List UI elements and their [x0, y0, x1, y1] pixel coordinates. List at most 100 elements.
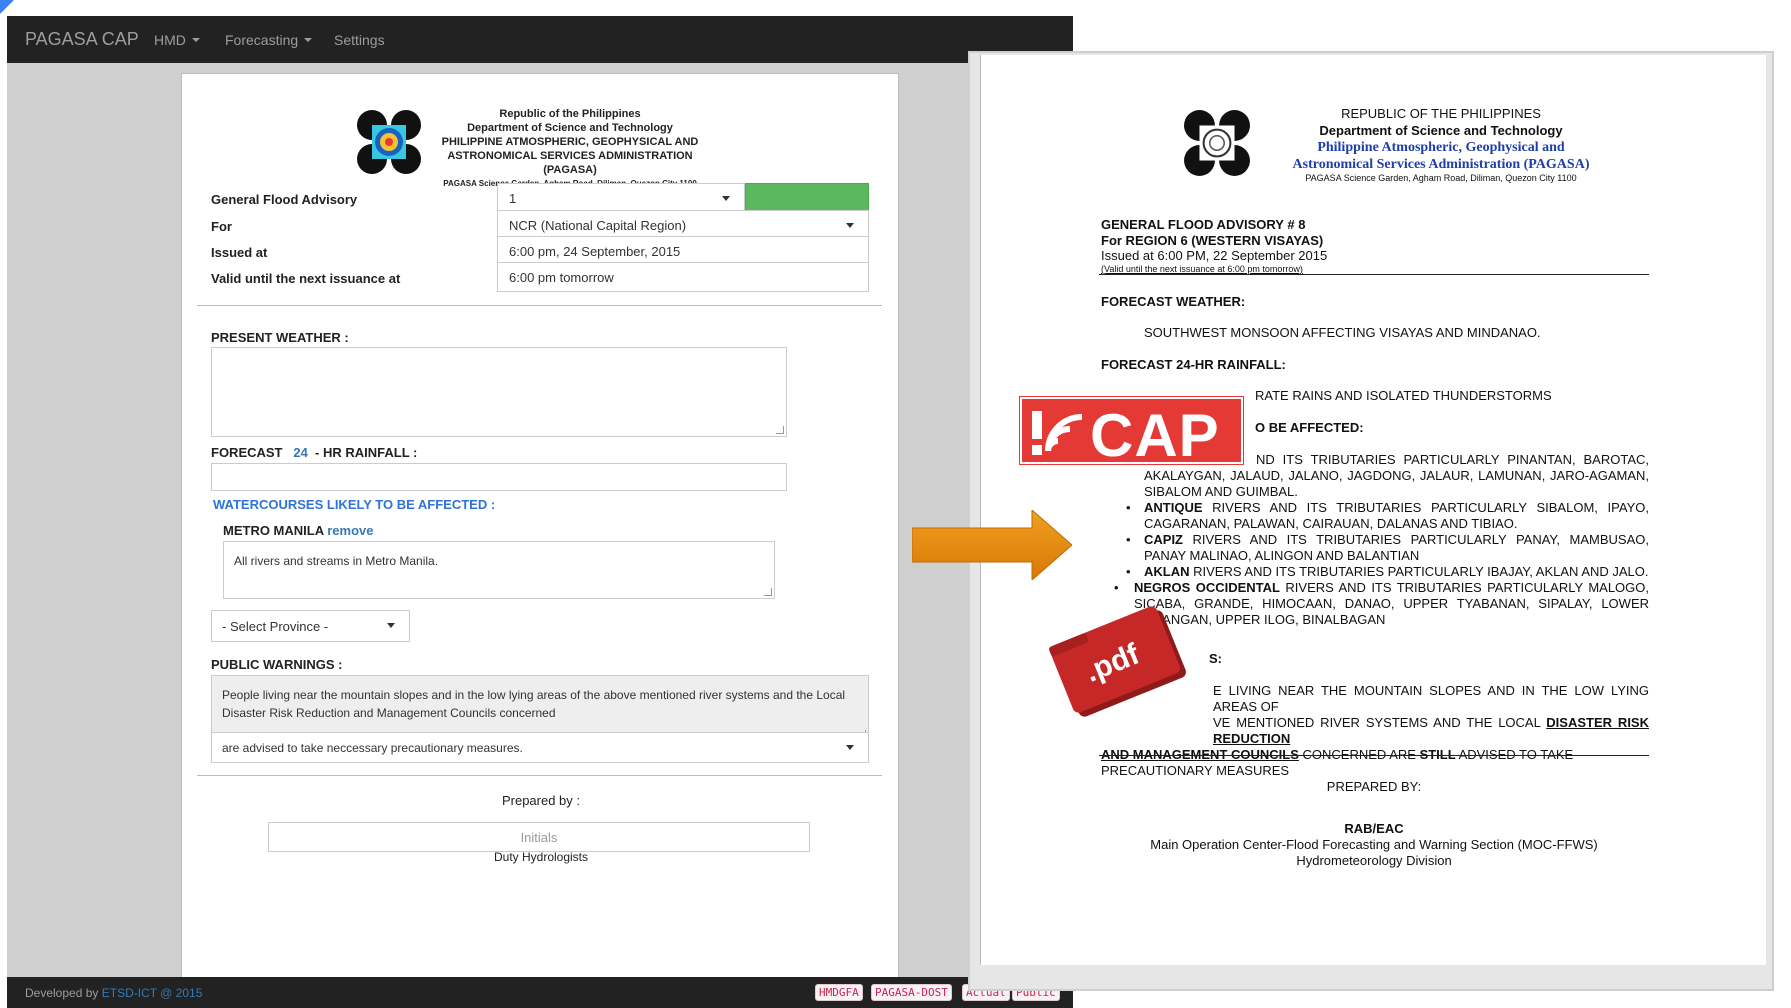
doc-section: Main Operation Center-Flood Forecasting … — [1150, 837, 1598, 852]
resize-handle-icon[interactable] — [764, 588, 772, 596]
doc-header-line-1: REPUBLIC OF THE PHILIPPINES — [1341, 106, 1541, 121]
doc-watercourse-text-3: RIVERS AND ITS TRIBUTARIES PARTICULARLY … — [1144, 532, 1649, 563]
doc-rule — [1099, 274, 1649, 275]
nav-hmd-dropdown[interactable]: HMD — [154, 32, 200, 48]
doc-prepared-by: PREPARED BY: — [1326, 779, 1422, 794]
region-watercourse-text: All rivers and streams in Metro Manila. — [234, 554, 439, 568]
bullet-icon: • — [1126, 500, 1131, 515]
watercourses-label: WATERCOURSES LIKELY TO BE AFFECTED : — [213, 497, 496, 512]
valid-until-label: Valid until the next issuance at — [211, 271, 401, 286]
doc-watercourse-item-2: • ANTIQUE RIVERS AND ITS TRIBUTARIES PAR… — [1124, 500, 1649, 532]
doc-pw-line-4: PRECAUTIONARY MEASURES — [1101, 763, 1290, 778]
doc-region: For REGION 6 (WESTERN VISAYAS) — [1101, 233, 1324, 248]
advisory-form: Republic of the Philippines Department o… — [181, 73, 899, 995]
doc-rainfall-text: RATE RAINS AND ISOLATED THUNDERSTORMS — [1255, 388, 1552, 403]
footer: Developed by ETSD-ICT @ 2015 HMDGFA PAGA… — [7, 977, 1073, 1008]
navbar: PAGASA CAP HMD Forecasting Settings — [7, 16, 1073, 63]
province-select[interactable]: - Select Province - — [211, 610, 410, 642]
doc-division: Hydrometeorology Division — [1296, 853, 1452, 868]
rainfall-suffix: - HR RAINFALL : — [315, 445, 418, 460]
header-line-3: PHILIPPINE ATMOSPHERIC, GEOPHYSICAL AND — [441, 136, 699, 148]
doc-rule — [1099, 755, 1649, 756]
doc-rainfall-label: FORECAST 24-HR RAINFALL: — [1101, 357, 1286, 372]
remove-link[interactable]: remove — [327, 523, 373, 538]
present-weather-textarea[interactable] — [211, 347, 787, 437]
doc-issued: Issued at 6:00 PM, 22 September 2015 — [1101, 248, 1328, 263]
doc-header: REPUBLIC OF THE PHILIPPINES Department o… — [1281, 105, 1601, 184]
cap-signal-icon — [1032, 411, 1083, 455]
issued-at-value: 6:00 pm, 24 September, 2015 — [509, 244, 681, 259]
doc-watercourse-item-4: • AKLAN RIVERS AND ITS TRIBUTARIES PARTI… — [1124, 564, 1649, 580]
doc-watercourse-item-3: • CAPIZ RIVERS AND ITS TRIBUTARIES PARTI… — [1124, 532, 1649, 564]
cap-logo: CAP — [1020, 397, 1243, 469]
province-select-value: - Select Province - — [222, 619, 329, 634]
region-watercourse-textarea[interactable]: All rivers and streams in Metro Manila. — [223, 541, 775, 599]
advisory-number-label: General Flood Advisory — [211, 192, 358, 207]
divider — [197, 305, 882, 306]
caret-down-icon — [846, 745, 854, 750]
initials-placeholder: Initials — [520, 830, 558, 845]
bullet-icon: • — [1126, 532, 1131, 547]
doc-public-warnings-label: S: — [1209, 651, 1222, 666]
prepared-by-label: Prepared by : — [501, 793, 581, 808]
public-warnings-label: PUBLIC WARNINGS : — [211, 657, 343, 672]
caret-down-icon — [722, 196, 730, 201]
public-warnings-select[interactable]: are advised to take neccessary precautio… — [211, 732, 869, 763]
header-line-4: ASTRONOMICAL SERVICES ADMINISTRATION (PA… — [447, 150, 693, 176]
bullet-icon: • — [1126, 564, 1131, 579]
rainfall-prefix: FORECAST — [211, 445, 283, 460]
doc-title: GENERAL FLOOD ADVISORY # 8 — [1101, 217, 1306, 232]
agency-header: Republic of the Philippines Department o… — [420, 107, 720, 191]
public-warnings-text: People living near the mountain slopes a… — [222, 688, 846, 720]
doc-signer: RAB/EAC — [1344, 821, 1404, 836]
submit-button[interactable] — [745, 183, 869, 213]
forecast-rainfall-input[interactable] — [211, 463, 787, 491]
doc-watercourse-text-4: RIVERS AND ITS TRIBUTARIES PARTICULARLY … — [1193, 564, 1649, 579]
doc-watercourse-province-2: ANTIQUE — [1144, 500, 1203, 515]
tag-pagasa-dost: PAGASA-DOST — [871, 984, 952, 1001]
valid-until-field[interactable]: 6:00 pm tomorrow — [497, 262, 869, 292]
advisory-number-select[interactable]: 1 — [497, 183, 745, 213]
initials-input[interactable]: Initials — [268, 822, 810, 852]
rainfall-hours[interactable]: 24 — [293, 445, 307, 460]
caret-down-icon — [387, 623, 395, 628]
doc-header-address: PAGASA Science Garden, Agham Road, Dilim… — [1305, 173, 1577, 183]
region-watercourse-heading: METRO MANILA remove — [223, 523, 374, 538]
tag-hmdgfa: HMDGFA — [815, 984, 863, 1001]
arrow-right-icon — [912, 510, 1072, 580]
duty-hydrologists-label: Duty Hydrologists — [493, 850, 589, 864]
public-warnings-select-value: are advised to take neccessary precautio… — [222, 741, 523, 755]
doc-header-line-2: Department of Science and Technology — [1319, 123, 1563, 138]
footer-org-link[interactable]: ETSD-ICT @ 2015 — [102, 986, 203, 1000]
advisory-number-value: 1 — [509, 191, 517, 206]
cap-logo-text: CAP — [1090, 402, 1220, 469]
doc-header-line-3: Philippine Atmospheric, Geophysical and — [1317, 140, 1565, 155]
doc-watercourse-province-3: CAPIZ — [1144, 532, 1183, 547]
header-line-1: Republic of the Philippines — [499, 108, 641, 120]
doc-pw-line-2a: VE MENTIONED RIVER SYSTEMS AND THE LOCAL — [1213, 715, 1541, 730]
present-weather-label: PRESENT WEATHER : — [211, 330, 349, 345]
valid-until-value: 6:00 pm tomorrow — [509, 270, 614, 285]
resize-handle-icon[interactable] — [776, 426, 784, 434]
region-watercourse-name: METRO MANILA — [223, 523, 324, 538]
doc-watercourse-province-4: AKLAN — [1144, 564, 1190, 579]
issued-at-label: Issued at — [211, 245, 268, 260]
nav-settings[interactable]: Settings — [334, 32, 385, 48]
doc-valid: (Valid until the next issuance at 6:00 p… — [1101, 264, 1303, 274]
doc-watercourse-province-5: NEGROS OCCIDENTAL — [1134, 580, 1280, 595]
for-label: For — [211, 219, 232, 234]
doc-watercourse-text-2: RIVERS AND ITS TRIBUTARIES PARTICULARLY … — [1144, 500, 1649, 531]
doc-forecast-weather-label: FORECAST WEATHER: — [1101, 294, 1246, 309]
bullet-icon: • — [1114, 580, 1119, 595]
pdf-document: REPUBLIC OF THE PHILIPPINES Department o… — [980, 55, 1766, 965]
footer-developed-label: Developed by — [25, 986, 99, 1000]
nav-hmd-label: HMD — [154, 32, 186, 48]
region-select-value: NCR (National Capital Region) — [509, 218, 687, 233]
doc-forecast-weather-text: SOUTHWEST MONSOON AFFECTING VISAYAS AND … — [1144, 325, 1541, 340]
caret-down-icon — [304, 38, 313, 42]
nav-forecasting-dropdown[interactable]: Forecasting — [225, 32, 313, 48]
header-line-2: Department of Science and Technology — [467, 122, 673, 134]
brand-link[interactable]: PAGASA CAP — [25, 29, 139, 50]
caret-down-icon — [191, 38, 200, 42]
divider — [197, 775, 882, 776]
